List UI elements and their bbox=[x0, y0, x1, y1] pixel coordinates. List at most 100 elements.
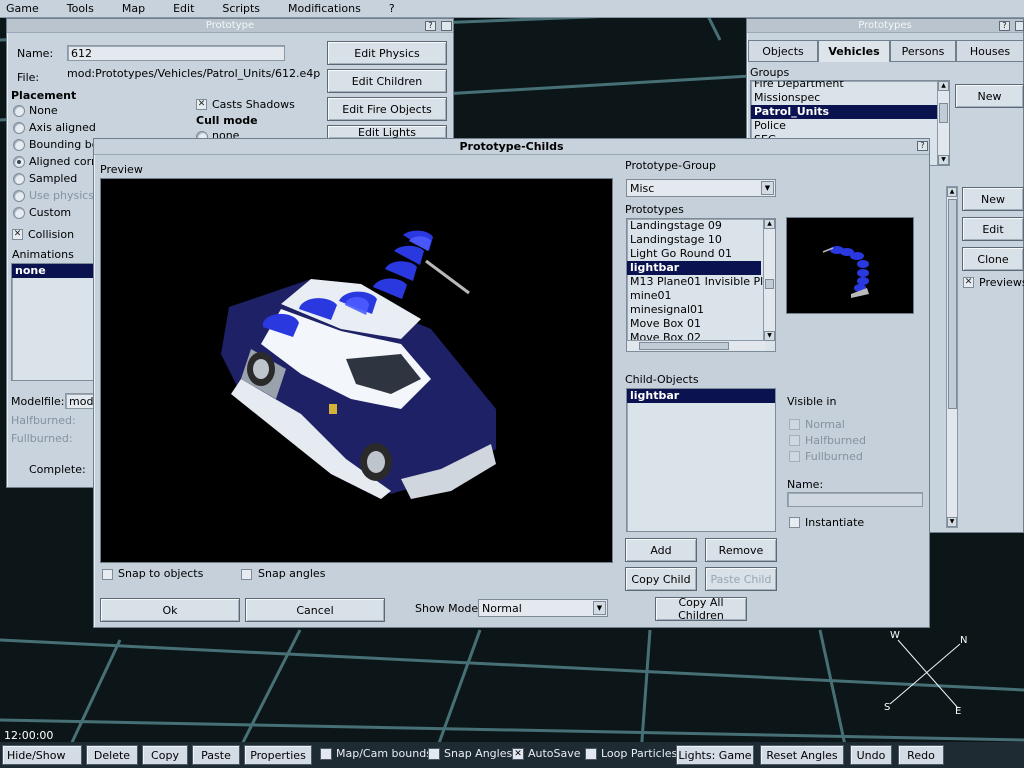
tab-vehicles[interactable]: Vehicles bbox=[818, 40, 890, 62]
group-row[interactable]: Police bbox=[751, 119, 949, 133]
animations-list[interactable]: none bbox=[11, 263, 95, 381]
clone-prototype-button[interactable]: Clone bbox=[962, 247, 1024, 271]
scroll-down-icon[interactable]: ▼ bbox=[764, 331, 775, 341]
scroll-down-icon[interactable]: ▼ bbox=[947, 517, 957, 527]
scroll-thumb[interactable] bbox=[948, 199, 957, 409]
collision-checkbox[interactable]: ✕ bbox=[12, 229, 23, 240]
previews-checkbox[interactable]: ✕ bbox=[963, 277, 974, 288]
close-icon[interactable] bbox=[441, 21, 452, 31]
add-child-button[interactable]: Add bbox=[625, 538, 697, 562]
scroll-up-icon[interactable]: ▲ bbox=[947, 187, 957, 197]
placement-none-radio[interactable] bbox=[13, 105, 25, 117]
scroll-thumb[interactable] bbox=[939, 103, 948, 123]
prototype-row[interactable]: Landingstage 10 bbox=[627, 233, 775, 247]
scroll-down-icon[interactable]: ▼ bbox=[938, 155, 949, 165]
child-object-row[interactable]: lightbar bbox=[627, 389, 775, 403]
casts-shadows-checkbox[interactable]: ✕ bbox=[196, 99, 207, 110]
menu-game[interactable]: Game bbox=[0, 2, 47, 15]
placement-sampled-radio[interactable] bbox=[13, 173, 25, 185]
prototype-group-dropdown[interactable]: Misc ▼ bbox=[626, 179, 776, 197]
chevron-down-icon[interactable]: ▼ bbox=[761, 181, 774, 195]
placement-aligned-radio[interactable] bbox=[13, 156, 25, 168]
menu-scripts[interactable]: Scripts bbox=[216, 2, 268, 15]
snap-angles-checkbox[interactable] bbox=[241, 569, 252, 580]
lights-game-button[interactable]: Lights: Game bbox=[676, 745, 754, 765]
menu-modifications[interactable]: Modifications bbox=[282, 2, 369, 15]
copy-all-children-button[interactable]: Copy All Children bbox=[655, 596, 747, 622]
tab-houses[interactable]: Houses bbox=[956, 40, 1024, 62]
group-row[interactable]: Patrol_Units bbox=[751, 105, 949, 119]
child-name-input[interactable] bbox=[787, 492, 923, 507]
help-icon[interactable]: ? bbox=[999, 21, 1010, 31]
menu-tools[interactable]: Tools bbox=[61, 2, 102, 15]
name-field[interactable]: 612 bbox=[67, 45, 285, 61]
prototypes-scrollbar[interactable]: ▲ ▼ bbox=[946, 186, 958, 528]
edit-children-button[interactable]: Edit Children bbox=[327, 69, 447, 93]
edit-fire-objects-button[interactable]: Edit Fire Objects bbox=[327, 97, 447, 121]
prototypes-list[interactable]: Landingstage 09 Landingstage 10 Light Go… bbox=[626, 218, 776, 352]
close-icon[interactable] bbox=[1015, 21, 1024, 31]
scroll-thumb[interactable] bbox=[639, 342, 729, 350]
preview-viewport[interactable] bbox=[100, 178, 613, 563]
animation-none-row[interactable]: none bbox=[12, 264, 94, 278]
visible-normal-checkbox[interactable] bbox=[789, 419, 800, 430]
prototype-row[interactable]: lightbar bbox=[627, 261, 761, 275]
instantiate-checkbox[interactable] bbox=[789, 517, 800, 528]
undo-button[interactable]: Undo bbox=[850, 745, 892, 765]
loop-particles-checkbox[interactable] bbox=[585, 748, 597, 760]
edit-prototype-button[interactable]: Edit bbox=[962, 217, 1024, 241]
hide-show-button[interactable]: Hide/Show bbox=[2, 745, 82, 765]
menu-map[interactable]: Map bbox=[116, 2, 153, 15]
placement-custom-radio[interactable] bbox=[13, 207, 25, 219]
delete-button[interactable]: Delete bbox=[86, 745, 138, 765]
help-icon[interactable]: ? bbox=[425, 21, 436, 31]
cancel-button[interactable]: Cancel bbox=[245, 598, 385, 622]
remove-child-button[interactable]: Remove bbox=[705, 538, 777, 562]
scroll-thumb[interactable] bbox=[765, 279, 774, 289]
group-row[interactable]: Fire Department bbox=[751, 81, 949, 91]
properties-button[interactable]: Properties bbox=[244, 745, 312, 765]
prototypes-list-scrollbar[interactable]: ▲ ▼ bbox=[763, 219, 775, 341]
placement-physics-radio[interactable] bbox=[13, 190, 25, 202]
placement-axis-radio[interactable] bbox=[13, 122, 25, 134]
paste-child-button[interactable]: Paste Child bbox=[705, 567, 777, 591]
show-model-label: Show Model bbox=[415, 602, 482, 615]
visible-halfburned-checkbox[interactable] bbox=[789, 435, 800, 446]
reset-angles-button[interactable]: Reset Angles bbox=[760, 745, 844, 765]
menu-help[interactable]: ? bbox=[383, 2, 403, 15]
edit-lights-button[interactable]: Edit Lights bbox=[327, 125, 447, 139]
redo-button[interactable]: Redo bbox=[898, 745, 944, 765]
group-row[interactable]: Missionspec bbox=[751, 91, 949, 105]
ok-button[interactable]: Ok bbox=[100, 598, 240, 622]
tab-persons[interactable]: Persons bbox=[890, 40, 956, 62]
edit-physics-button[interactable]: Edit Physics bbox=[327, 41, 447, 65]
chevron-down-icon[interactable]: ▼ bbox=[593, 601, 606, 615]
groups-scrollbar[interactable]: ▲ ▼ bbox=[937, 81, 949, 165]
show-model-dropdown[interactable]: Normal ▼ bbox=[478, 599, 608, 617]
prototypes-list-hscrollbar[interactable] bbox=[627, 340, 765, 351]
menu-edit[interactable]: Edit bbox=[167, 2, 202, 15]
tab-objects[interactable]: Objects bbox=[748, 40, 818, 62]
copy-button[interactable]: Copy bbox=[142, 745, 188, 765]
new-prototype-button[interactable]: New bbox=[962, 187, 1024, 211]
map-cam-checkbox[interactable] bbox=[320, 748, 332, 760]
prototype-row[interactable]: mine01 bbox=[627, 289, 775, 303]
prototype-row[interactable]: M13 Plane01 Invisible Place bbox=[627, 275, 775, 289]
copy-child-button[interactable]: Copy Child bbox=[625, 567, 697, 591]
child-objects-list[interactable]: lightbar bbox=[626, 388, 776, 532]
autosave-checkbox[interactable]: ✕ bbox=[512, 748, 524, 760]
snap-angles-toolbar-checkbox[interactable] bbox=[428, 748, 440, 760]
paste-button[interactable]: Paste bbox=[192, 745, 240, 765]
placement-bbox-radio[interactable] bbox=[13, 139, 25, 151]
new-group-button[interactable]: New bbox=[955, 84, 1024, 108]
prototype-row[interactable]: Move Box 01 bbox=[627, 317, 775, 331]
visible-fullburned-checkbox[interactable] bbox=[789, 451, 800, 462]
snap-to-objects-checkbox[interactable] bbox=[102, 569, 113, 580]
prototype-row[interactable]: Light Go Round 01 bbox=[627, 247, 775, 261]
modelfile-field[interactable]: mod: bbox=[65, 393, 97, 409]
scroll-up-icon[interactable]: ▲ bbox=[938, 81, 949, 91]
prototype-row[interactable]: Landingstage 09 bbox=[627, 219, 775, 233]
prototype-row[interactable]: minesignal01 bbox=[627, 303, 775, 317]
help-icon[interactable]: ? bbox=[917, 141, 928, 151]
scroll-up-icon[interactable]: ▲ bbox=[764, 219, 775, 229]
